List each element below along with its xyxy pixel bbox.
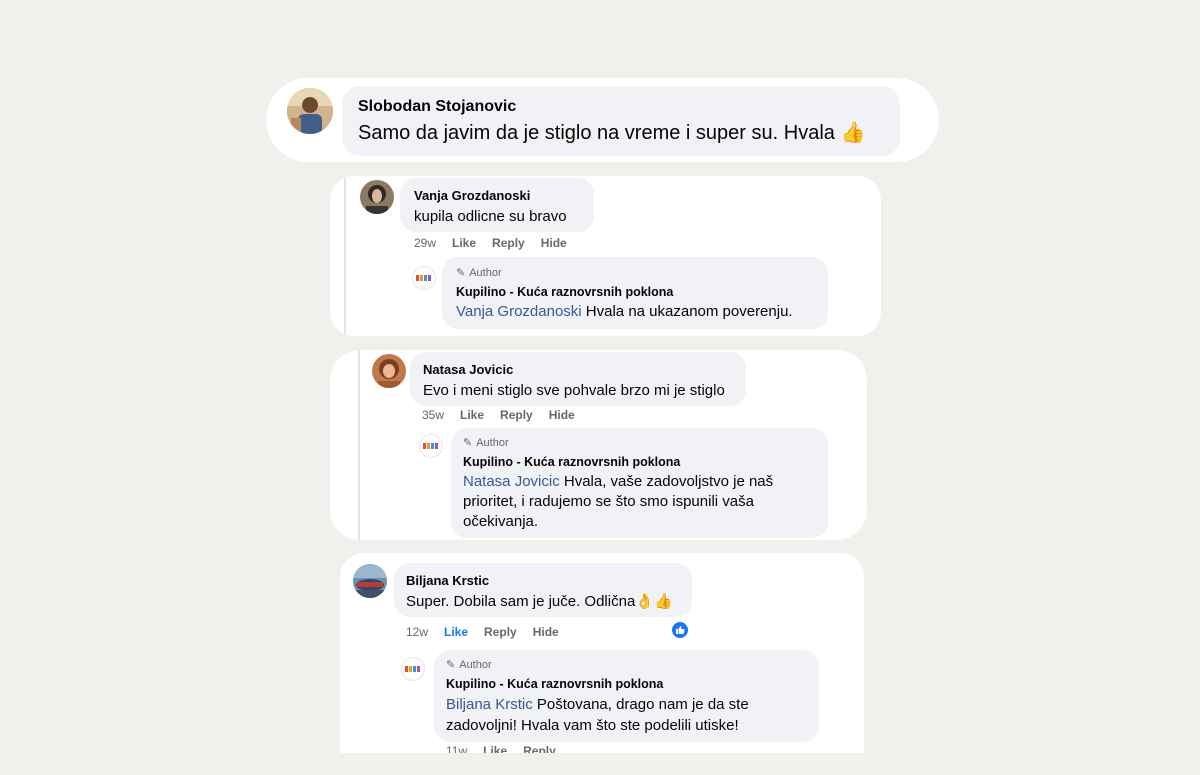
reply-text-line1: Poštovana, drago nam je da ste	[536, 696, 749, 713]
page-name[interactable]: Kupilino - Kuća raznovrsnih poklona	[456, 285, 673, 299]
avatar-photo-icon	[372, 354, 406, 388]
mention-link[interactable]: Biljana Krstic	[446, 696, 533, 713]
page-name[interactable]: Kupilino - Kuća raznovrsnih poklona	[463, 455, 680, 469]
hide-button[interactable]: Hide	[549, 408, 575, 422]
reply-time[interactable]: 11w	[446, 744, 467, 753]
reply-bubble: ✎ Author Kupilino - Kuća raznovrsnih pok…	[451, 428, 828, 538]
commenter-name[interactable]: Natasa Jovicic	[423, 362, 513, 377]
reply-text-line1: Hvala, vaše zadovoljstvo je naš	[563, 473, 774, 490]
reply-button[interactable]: Reply	[484, 625, 517, 639]
avatar[interactable]	[353, 564, 387, 598]
commenter-name[interactable]: Slobodan Stojanovic	[358, 98, 516, 116]
comment-text: Samo da javim da je stiglo na vreme i su…	[358, 122, 835, 144]
ok-thumbs-emoji: 👌👍	[635, 593, 673, 610]
comment-actions: 29w Like Reply Hide	[414, 236, 567, 250]
comment-actions: 35w Like Reply Hide	[422, 408, 575, 422]
author-label: Author	[459, 658, 492, 671]
like-button[interactable]: Like	[452, 236, 476, 250]
comment-actions: 12w Like Reply Hide	[406, 625, 559, 639]
author-tag: ✎ Author	[446, 658, 492, 672]
comment-time[interactable]: 12w	[406, 625, 428, 639]
reply-bubble: ✎ Author Kupilino - Kuća raznovrsnih pok…	[442, 257, 828, 329]
author-label: Author	[476, 436, 509, 449]
page-avatar[interactable]	[412, 266, 436, 290]
commenter-name[interactable]: Vanja Grozdanoski	[414, 188, 530, 203]
thumbs-up-emoji: 👍	[840, 122, 866, 144]
like-button[interactable]: Like	[483, 744, 507, 753]
reply-text-line2: zadovoljni! Hvala vam što ste podelili u…	[446, 717, 739, 734]
mention-link[interactable]: Vanja Grozdanoski	[456, 303, 582, 320]
hide-button[interactable]: Hide	[533, 625, 559, 639]
reply-button[interactable]: Reply	[500, 408, 533, 422]
author-label: Author	[469, 266, 502, 279]
comment-bubble: Slobodan Stojanovic Samo da javim da je …	[342, 86, 900, 156]
comment-text: Evo i meni stiglo sve pohvale brzo mi je…	[423, 382, 725, 399]
comment-text: Super. Dobila sam je juče. Odlična	[406, 593, 636, 610]
reply-button[interactable]: Reply	[492, 236, 525, 250]
reply-actions: 11w Like Reply	[446, 744, 556, 753]
comment-time[interactable]: 35w	[422, 408, 444, 422]
page-avatar[interactable]	[401, 657, 425, 681]
reply-text-line3: očekivanja.	[463, 513, 539, 530]
page-name[interactable]: Kupilino - Kuća raznovrsnih poklona	[446, 677, 663, 691]
comment-bubble: Biljana Krstic Super. Dobila sam je juče…	[394, 563, 692, 617]
comment-bubble: Vanja Grozdanoski kupila odlicne su brav…	[400, 178, 594, 232]
avatar[interactable]	[360, 180, 394, 214]
comment-bubble: Natasa Jovicic Evo i meni stiglo sve poh…	[410, 352, 746, 406]
page-avatar[interactable]	[419, 434, 443, 458]
pencil-icon: ✎	[456, 267, 466, 279]
author-tag: ✎ Author	[456, 266, 502, 280]
thread-line	[358, 350, 360, 540]
commenter-name[interactable]: Biljana Krstic	[406, 573, 489, 588]
comment-card-natasa: Natasa Jovicic Evo i meni stiglo sve poh…	[330, 350, 867, 540]
avatar[interactable]	[372, 354, 406, 388]
pencil-icon: ✎	[446, 659, 456, 671]
reply-text: Hvala na ukazanom poverenju.	[585, 303, 793, 320]
avatar-photo-icon	[360, 180, 394, 214]
comment-text: kupila odlicne su bravo	[414, 208, 567, 225]
avatar[interactable]	[287, 88, 333, 134]
comment-card-vanja: Vanja Grozdanoski kupila odlicne su brav…	[330, 176, 881, 336]
comment-card-biljana: Biljana Krstic Super. Dobila sam je juče…	[340, 553, 864, 753]
like-reaction-icon[interactable]	[671, 621, 689, 639]
kupilino-logo-icon	[423, 443, 438, 449]
author-tag: ✎ Author	[463, 436, 509, 450]
thumbs-up-icon	[676, 626, 685, 634]
mention-link[interactable]: Natasa Jovicic	[463, 473, 560, 490]
reply-bubble: ✎ Author Kupilino - Kuća raznovrsnih pok…	[434, 650, 819, 742]
pencil-icon: ✎	[463, 437, 473, 449]
thread-line	[344, 176, 346, 336]
like-button[interactable]: Like	[444, 625, 468, 639]
reply-text-line2: prioritet, i radujemo se što smo ispunil…	[463, 493, 754, 510]
avatar-photo-icon	[287, 88, 333, 134]
like-button[interactable]: Like	[460, 408, 484, 422]
avatar-photo-icon	[353, 564, 387, 598]
kupilino-logo-icon	[416, 275, 431, 281]
comment-card-slobodan: Slobodan Stojanovic Samo da javim da je …	[266, 78, 939, 162]
reply-button[interactable]: Reply	[523, 744, 556, 753]
hide-button[interactable]: Hide	[541, 236, 567, 250]
comment-time[interactable]: 29w	[414, 236, 436, 250]
kupilino-logo-icon	[405, 666, 420, 672]
